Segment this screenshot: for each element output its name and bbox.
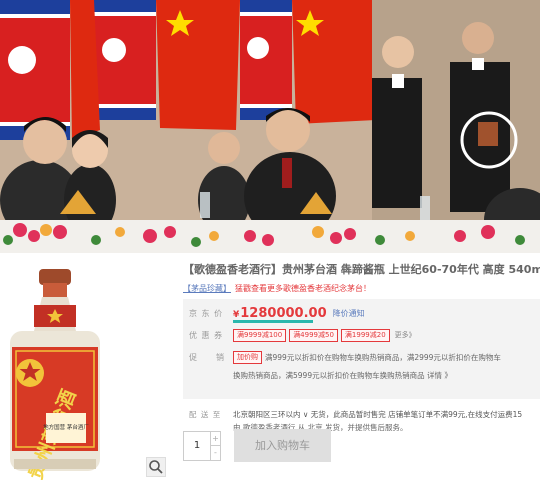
qty-decrease-button[interactable]: -	[210, 446, 220, 460]
promo-tag-link[interactable]: 【茅品珍藏】	[183, 284, 231, 293]
promotion-tag: 加价购	[233, 350, 262, 364]
coupon-label: 优 惠 券	[189, 330, 224, 340]
product-panel: 贵州茅台酒 地方国营 茅台酒厂 【歌德盈香老酒行】贵州茅台酒 犇蹄酱瓶 上世纪6…	[0, 253, 540, 483]
price-row: 京 东 价 ¥1280000.00 降价通知	[189, 305, 365, 321]
product-title: 【歌德盈香老酒行】贵州茅台酒 犇蹄酱瓶 上世纪60-70年代 高度 540ml …	[183, 263, 540, 276]
price-value: ¥1280000.00	[233, 306, 327, 321]
delivery-row: 配 送 至 北京朝阳区三环以内 ∨ 无货，此商品暂时售完 店铺单笔订单不满99元,…	[189, 409, 522, 420]
promo-text-link[interactable]: 猛戳查看更多歌德盈香老酒纪念茅台！	[235, 284, 371, 293]
delivery-location[interactable]: 北京朝阳区三环以内 ∨ 无货，此商品暂时售完 店铺单笔订单不满99元,在线支付运…	[233, 410, 522, 419]
price-amount: 1280000.00	[240, 305, 327, 321]
dprk-flag	[0, 0, 70, 140]
promotion-text-2[interactable]: 换购热销商品，满5999元以折扣价在购物车换购热销商品 详情 》	[233, 370, 452, 381]
product-info: 【歌德盈香老酒行】贵州茅台酒 犇蹄酱瓶 上世纪60-70年代 高度 540ml …	[183, 253, 540, 480]
magnifier-icon[interactable]	[146, 457, 166, 477]
bottle-small-text: 地方国营 茅台酒厂	[43, 423, 89, 431]
moutai-bottle-illustration: 贵州茅台酒 地方国营 茅台酒厂	[10, 269, 100, 483]
qty-increase-button[interactable]: +	[210, 432, 220, 446]
coupon-more-link[interactable]: 更多》	[395, 330, 416, 340]
promotion-text-1: 满999元以折扣价在购物车换购热销商品，满2999元以折扣价在购物车	[265, 352, 501, 362]
delivery-label: 配 送 至	[189, 410, 222, 419]
promotion-row: 促 销 加价购 满999元以折扣价在购物车换购热销商品，满2999元以折扣价在购…	[189, 349, 501, 365]
product-image[interactable]: 贵州茅台酒 地方国营 茅台酒厂	[0, 253, 170, 483]
quantity-value[interactable]: 1	[184, 432, 210, 460]
coupon-50[interactable]: 满4999减50	[289, 328, 338, 342]
price-highlight-bar	[233, 320, 313, 323]
quantity-stepper[interactable]: 1 + -	[183, 431, 221, 461]
price-box: 京 东 价 ¥1280000.00 降价通知 优 惠 券 满9999减100 满…	[183, 299, 540, 399]
promotion-label: 促 销	[189, 352, 225, 362]
add-to-cart-button[interactable]: 加入购物车	[234, 429, 331, 462]
banquet-photo	[0, 0, 540, 253]
currency-symbol: ¥	[233, 309, 240, 320]
promo-line: 【茅品珍藏】 猛戳查看更多歌德盈香老酒纪念茅台！	[183, 283, 540, 294]
price-label: 京 东 价	[189, 308, 224, 318]
banquet-scene-illustration	[0, 0, 540, 253]
promotion-row-2: 换购热销商品，满5999元以折扣价在购物车换购热销商品 详情 》	[233, 367, 452, 383]
coupon-20[interactable]: 满1999减20	[340, 328, 390, 342]
coupon-row: 优 惠 券 满9999减100 满4999减50 满1999减20 更多》	[189, 327, 416, 343]
coupon-100[interactable]: 满9999减100	[233, 328, 287, 342]
price-notify-link[interactable]: 降价通知	[333, 308, 365, 319]
